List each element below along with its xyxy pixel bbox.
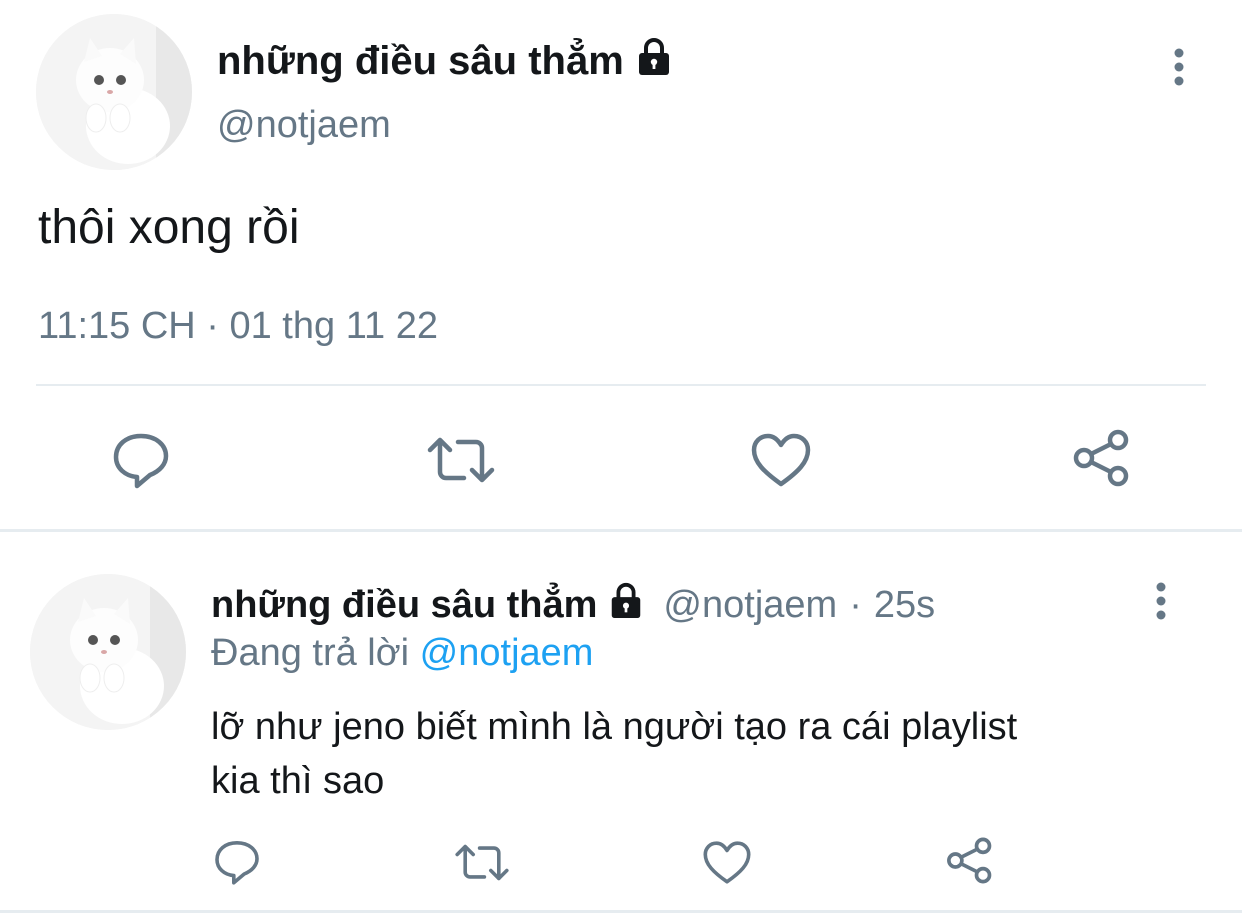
display-name-text: những điều sâu thẳm <box>217 38 624 83</box>
tweet-detail-page: những điều sâu thẳm @notjaem thôi xong r… <box>0 0 1242 916</box>
more-vertical-icon[interactable] <box>1164 46 1194 95</box>
avatar[interactable] <box>36 14 192 170</box>
tweet-text-line: lỡ như jeno biết mình là người tạo ra cá… <box>211 706 1018 748</box>
reply-icon[interactable] <box>110 430 172 495</box>
lock-icon <box>607 581 645 629</box>
replying-to: Đang trả lời @notjaem <box>211 632 593 675</box>
timestamp[interactable]: 11:15 CH · 01 thg 11 22 <box>38 305 438 348</box>
reply-header[interactable]: những điều sâu thẳm @notjaem · 25s <box>211 581 935 629</box>
display-name[interactable]: những điều sâu thẳm <box>217 36 674 86</box>
reply-icon[interactable] <box>212 838 262 891</box>
lock-icon <box>634 36 674 86</box>
retweet-icon[interactable] <box>426 432 496 493</box>
time-ago: 25s <box>873 583 936 626</box>
share-icon[interactable] <box>1070 428 1134 493</box>
tweet-text-line: kia thì sao <box>211 760 385 802</box>
tweet-text: lỡ như jeno biết mình là người tạo ra cá… <box>211 700 1201 808</box>
display-name[interactable]: những điều sâu thẳm <box>211 584 597 627</box>
section-divider <box>0 529 1242 532</box>
tweet-text: thôi xong rồi <box>38 201 300 254</box>
like-icon[interactable] <box>702 840 752 890</box>
retweet-icon[interactable] <box>454 840 510 890</box>
mention-link[interactable]: @notjaem <box>420 632 594 674</box>
like-icon[interactable] <box>750 432 812 493</box>
divider <box>36 384 1206 386</box>
avatar[interactable] <box>30 574 186 730</box>
section-divider <box>0 910 1242 913</box>
handle[interactable]: @notjaem <box>217 104 391 147</box>
share-icon[interactable] <box>944 836 996 890</box>
separator: · <box>849 583 862 626</box>
handle[interactable]: @notjaem <box>663 584 837 627</box>
more-vertical-icon[interactable] <box>1146 580 1176 629</box>
replying-prefix: Đang trả lời <box>211 632 410 674</box>
